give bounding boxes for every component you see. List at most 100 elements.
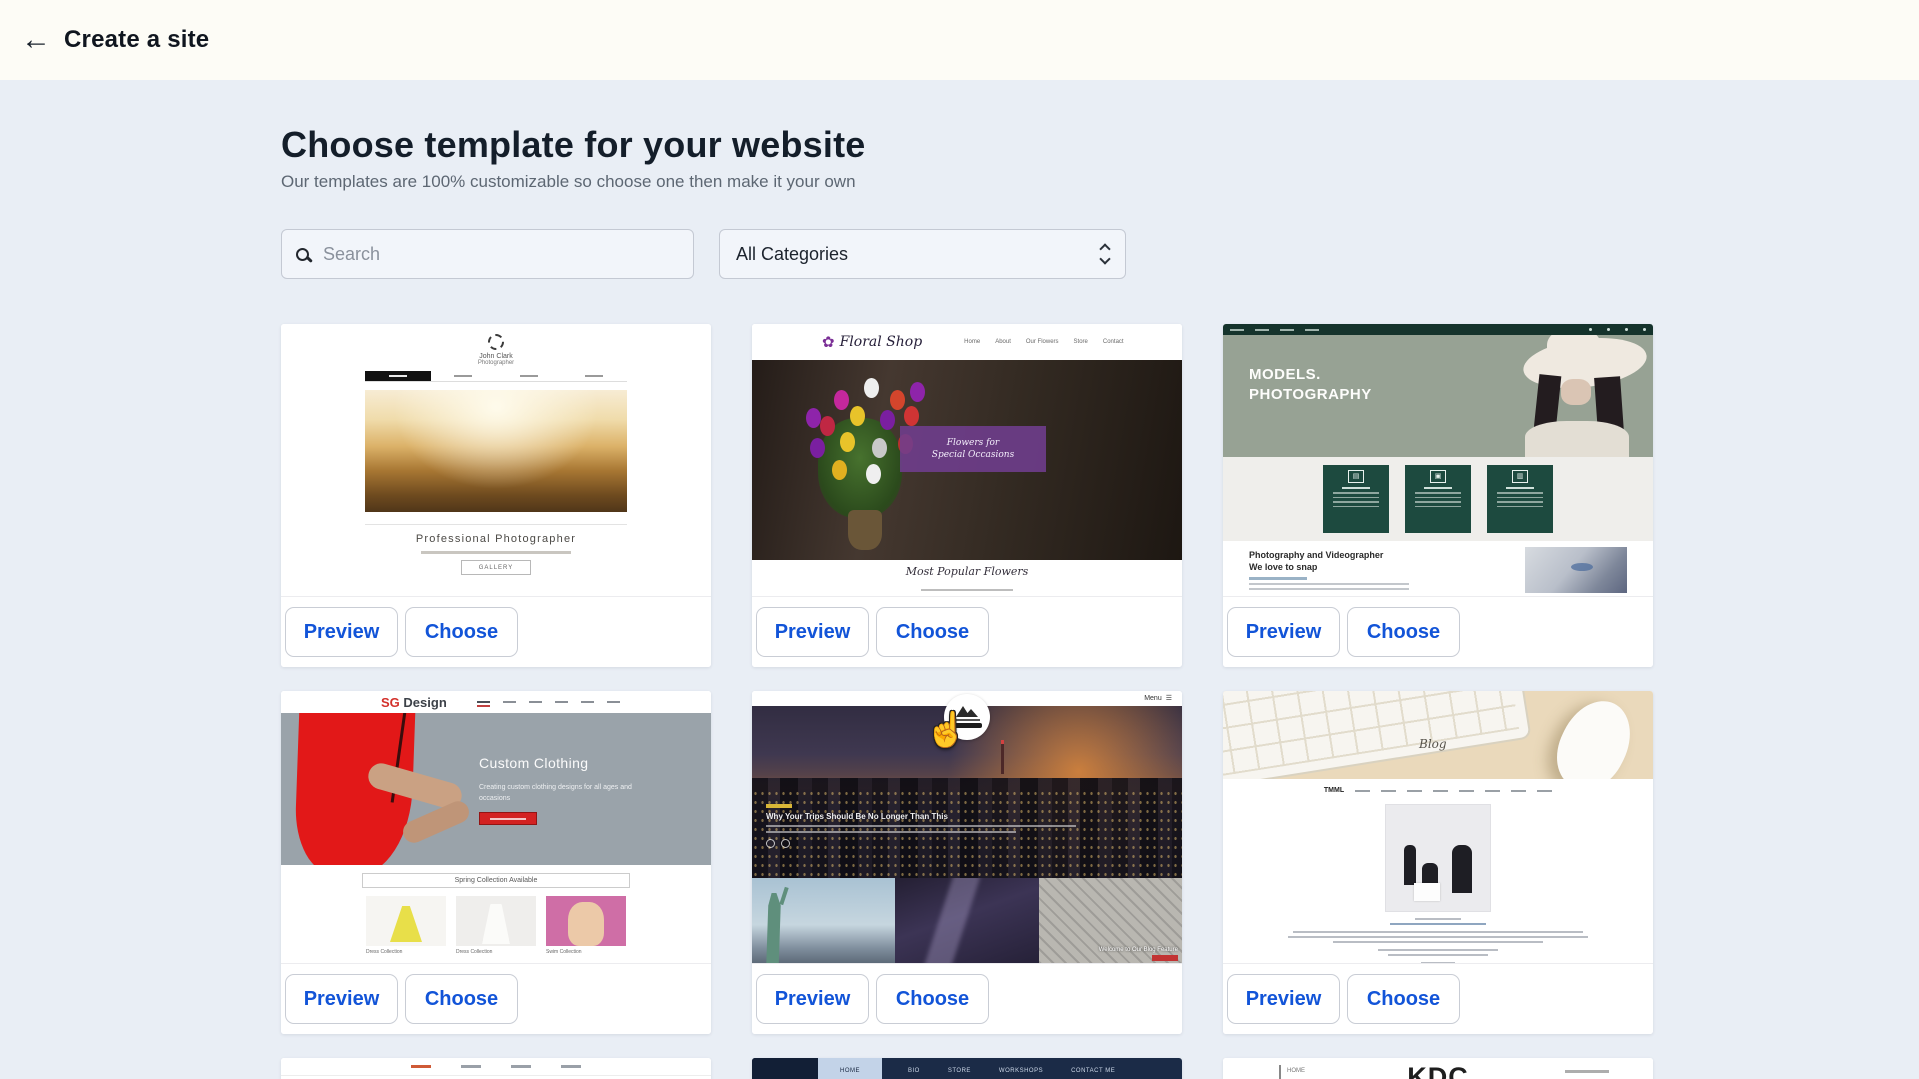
preview-button[interactable]: Preview [1227, 974, 1340, 1024]
choose-button[interactable]: Choose [405, 607, 518, 657]
mini-section-title: Most Popular Flowers [752, 565, 1182, 578]
banner-line: Special Occasions [932, 449, 1014, 461]
choose-button[interactable]: Choose [876, 607, 989, 657]
placeholder-bar [1378, 949, 1498, 951]
search-input[interactable] [323, 244, 679, 265]
thumb-caption: Welcome to Our Blog Feature [1099, 947, 1178, 953]
mini-hero-word: Blog [1419, 737, 1447, 751]
placeholder-bar [1255, 329, 1269, 331]
placeholder-bar [1433, 790, 1448, 792]
product-thumb: Swim Collection [546, 896, 626, 955]
preview-button[interactable]: Preview [1227, 607, 1340, 657]
template-thumbnail[interactable]: HOME BIO STORE WORKSHOPS CONTACT ME [752, 1058, 1182, 1079]
placeholder-bar [1497, 492, 1543, 494]
template-thumbnail[interactable]: SG Design [281, 691, 711, 963]
mini-nav-item: WORKSHOPS [999, 1068, 1043, 1074]
placeholder-bar [1305, 329, 1319, 331]
mini-red-button [479, 812, 537, 825]
mini-heading: Professional Photographer [281, 533, 711, 545]
placeholder-bar [1415, 497, 1461, 499]
placeholder-bar [766, 804, 792, 808]
preview-button[interactable]: Preview [756, 607, 869, 657]
mini-nav-item: HOME [1287, 1065, 1308, 1077]
arrow-left-icon: ← [21, 23, 51, 57]
choose-button[interactable]: Choose [1347, 974, 1460, 1024]
preview-button[interactable]: Preview [285, 607, 398, 657]
category-select[interactable]: All Categories [719, 229, 1126, 279]
preview-button[interactable]: Preview [756, 974, 869, 1024]
divider [365, 524, 627, 525]
mini-nav-item: BIO [908, 1068, 920, 1074]
placeholder-bar [1497, 497, 1543, 499]
social-icon [1589, 328, 1592, 331]
section-heading: Choose template for your website [281, 125, 1653, 165]
placeholder-bar [581, 701, 594, 703]
red-dress-hero-photo: Custom Clothing Creating custom clothing… [281, 713, 711, 865]
salon-photo [1386, 805, 1490, 911]
mini-hero-title: Custom Clothing [479, 755, 649, 771]
mini-section: Spring Collection Available Dress Collec… [281, 873, 711, 955]
placeholder-bar [1415, 506, 1461, 508]
choose-button[interactable]: Choose [876, 974, 989, 1024]
milky-way [922, 878, 981, 963]
mini-nav-item: Our Flowers [1026, 339, 1059, 345]
back-button[interactable]: ← [14, 18, 58, 62]
placeholder-bar [1424, 487, 1452, 489]
template-thumbnail[interactable]: ✿ Floral Shop Home About Our Flowers Sto… [752, 324, 1182, 596]
content-area: Choose template for your website Our tem… [0, 80, 1919, 1079]
template-thumbnail[interactable] [281, 1058, 711, 1079]
template-thumbnail[interactable]: MODELS. PHOTOGRAPHY ▤ [1223, 324, 1653, 596]
card-footer: Preview Choose [1223, 963, 1653, 1034]
social-icon [1643, 328, 1646, 331]
mini-hero-text-block: Why Your Trips Should Be No Longer Than … [766, 804, 1076, 848]
swimwear-model [568, 902, 604, 946]
tulip-bouquet-photo: Flowers for Special Occasions [752, 360, 1182, 560]
mini-hero-title: MODELS. PHOTOGRAPHY [1249, 365, 1372, 404]
placeholder-bar [766, 825, 1076, 827]
placeholder-bar [1381, 790, 1396, 792]
placeholder-bar [1333, 941, 1543, 943]
mini-nav-item: About [995, 339, 1011, 345]
placeholder-bar [1415, 492, 1461, 494]
template-thumbnail[interactable]: HOME ABOUT KDC [1223, 1058, 1653, 1079]
mini-section: Photography and Videographer We love to … [1223, 541, 1653, 596]
mini-section: TMML [1223, 779, 1653, 963]
mini-gallery-button: GALLERY [461, 560, 531, 575]
mini-nav-tab [431, 371, 497, 381]
search-box[interactable] [281, 229, 694, 279]
placeholder-bar [1537, 790, 1552, 792]
product-thumb: Dress Collection [456, 896, 536, 955]
placeholder-bar [607, 701, 620, 703]
placeholder-bar [1333, 497, 1379, 499]
placeholder-bar [1497, 501, 1543, 503]
mini-navbar: TMML [1324, 787, 1552, 794]
template-thumbnail[interactable]: John Clark Photographer Professional Pho… [281, 324, 711, 596]
mini-navbar [365, 371, 627, 382]
preview-button[interactable]: Preview [285, 974, 398, 1024]
select-stepper-icon [1101, 245, 1109, 263]
choose-button[interactable]: Choose [1347, 607, 1460, 657]
template-thumbnail[interactable]: Blog TMML [1223, 691, 1653, 963]
mini-brand: Floral Shop [840, 334, 923, 350]
carousel-arrows [766, 839, 1076, 848]
model-face [1561, 379, 1591, 405]
feature-card: ▣ [1405, 465, 1471, 533]
choose-button[interactable]: Choose [405, 974, 518, 1024]
mini-nav-item: Home [964, 339, 980, 345]
image-icon: ▣ [1430, 470, 1446, 483]
mini-brand: TMML [1324, 787, 1344, 794]
template-card-sg-design: SG Design [281, 691, 711, 1034]
keyboard [1223, 691, 1532, 779]
placeholder-bar [921, 589, 1013, 591]
card-footer: Preview Choose [752, 963, 1182, 1034]
mini-navbar: Home About Our Flowers Store Contact [964, 339, 1123, 345]
placeholder-bar [461, 1065, 481, 1068]
page-title: Create a site [64, 26, 209, 54]
placeholder-bar [1407, 790, 1422, 792]
placeholder-bar [1565, 1070, 1609, 1073]
product-caption: Dress Collection [456, 949, 536, 955]
placeholder-bar [1421, 962, 1455, 963]
placeholder-bar [503, 701, 516, 703]
mini-nav-item: Store [1074, 339, 1088, 345]
social-icon [1625, 328, 1628, 331]
